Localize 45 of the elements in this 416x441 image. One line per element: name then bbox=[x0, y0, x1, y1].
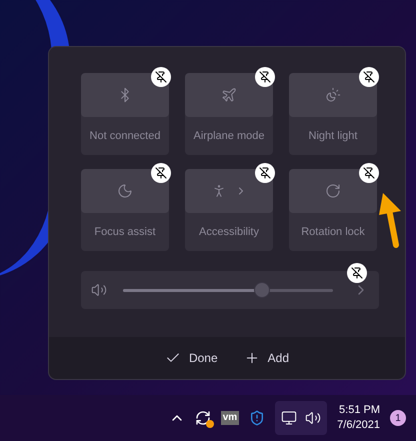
tile-label: Focus assist bbox=[94, 224, 156, 240]
clock[interactable]: 5:51 PM 7/6/2021 bbox=[337, 403, 380, 433]
rotation-lock-icon bbox=[325, 183, 341, 199]
unpin-button[interactable] bbox=[359, 67, 379, 87]
quick-setting-tile[interactable]: Accessibility bbox=[185, 169, 273, 251]
unpin-icon bbox=[363, 167, 375, 179]
unpin-button[interactable] bbox=[347, 263, 367, 283]
notification-badge[interactable]: 1 bbox=[390, 410, 406, 426]
tile-label: Rotation lock bbox=[301, 224, 365, 240]
unpin-button[interactable] bbox=[255, 163, 275, 183]
add-button[interactable]: Add bbox=[244, 349, 290, 367]
time-text: 5:51 PM bbox=[339, 403, 380, 418]
arrow-callout bbox=[379, 191, 403, 249]
unpin-icon bbox=[155, 71, 167, 83]
unpin-icon bbox=[363, 71, 375, 83]
volume-thumb[interactable] bbox=[254, 282, 270, 298]
sun-icon bbox=[325, 87, 341, 103]
unpin-icon bbox=[155, 167, 167, 179]
shield-warning-icon[interactable] bbox=[249, 410, 266, 426]
speaker-icon bbox=[305, 410, 322, 426]
done-button[interactable]: Done bbox=[164, 349, 218, 367]
tile-label: Accessibility bbox=[199, 224, 259, 240]
tile-label: Night light bbox=[308, 128, 358, 144]
unpin-icon bbox=[351, 267, 363, 279]
network-icon bbox=[281, 410, 298, 426]
quick-setting-tile[interactable]: Focus assist bbox=[81, 169, 169, 251]
unpin-button[interactable] bbox=[255, 67, 275, 87]
unpin-icon bbox=[259, 71, 271, 83]
unpin-icon bbox=[259, 167, 271, 179]
airplane-icon bbox=[221, 87, 237, 103]
unpin-button[interactable] bbox=[151, 163, 171, 183]
tile-label: Airplane mode bbox=[194, 128, 264, 144]
network-volume-button[interactable] bbox=[275, 401, 328, 435]
sync-icon[interactable] bbox=[194, 410, 211, 426]
quick-setting-tile[interactable]: Rotation lock bbox=[289, 169, 377, 251]
unpin-button[interactable] bbox=[151, 67, 171, 87]
moon-icon bbox=[117, 183, 133, 199]
quick-setting-tile[interactable]: Night light bbox=[289, 73, 377, 155]
date-text: 7/6/2021 bbox=[337, 418, 380, 433]
quick-setting-tile[interactable]: Not connected bbox=[81, 73, 169, 155]
unpin-button[interactable] bbox=[359, 163, 379, 183]
quick-setting-tile[interactable]: Airplane mode bbox=[185, 73, 273, 155]
tile-label: Not connected bbox=[90, 128, 160, 144]
vm-tray-icon[interactable]: vm bbox=[220, 411, 240, 425]
speaker-icon bbox=[91, 282, 107, 298]
